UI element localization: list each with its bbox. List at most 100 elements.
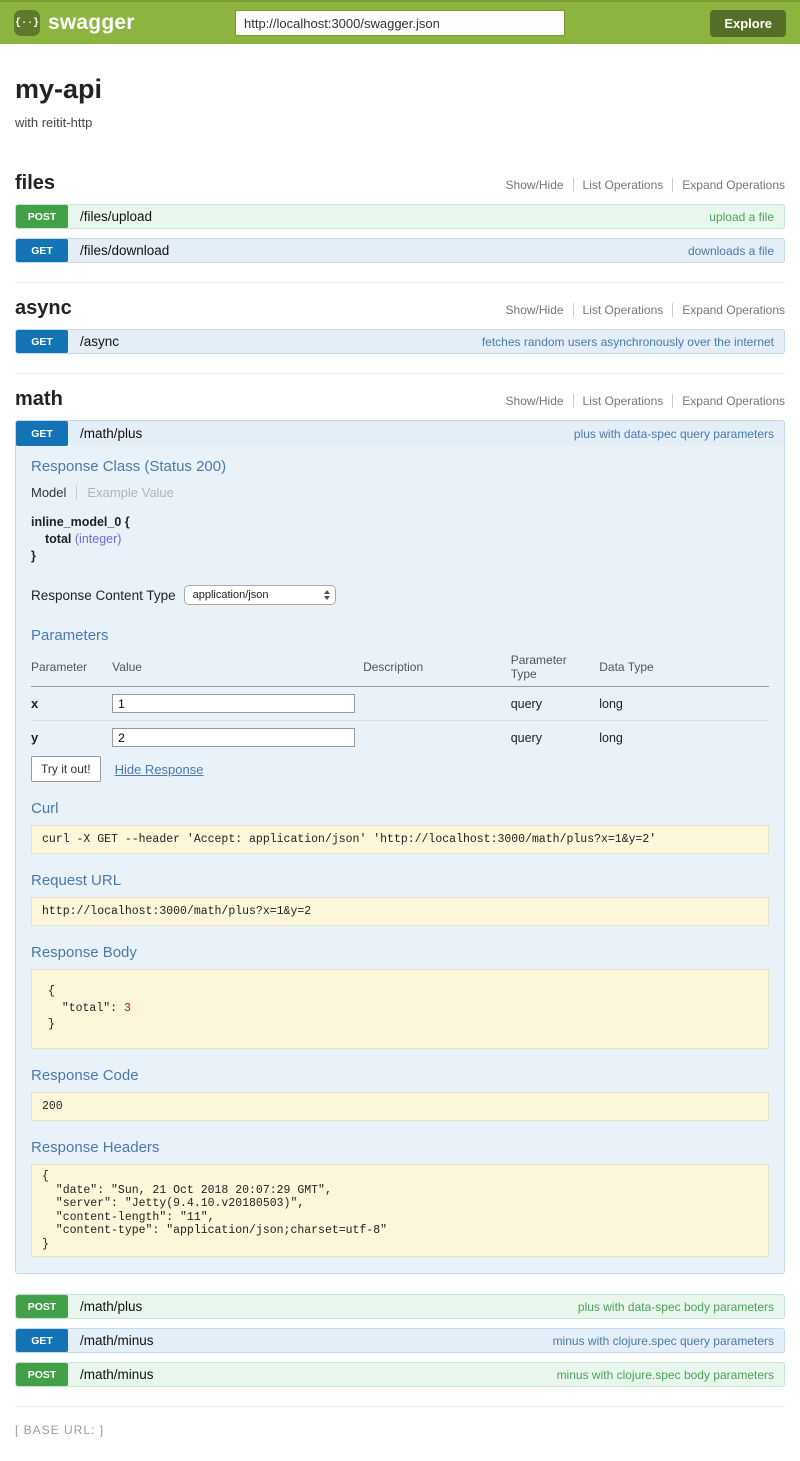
operation-row[interactable]: GET /math/plus plus with data-spec query… (16, 421, 784, 446)
curl-title: Curl (31, 800, 769, 817)
method-badge: GET (16, 1329, 68, 1352)
spec-url-input[interactable] (235, 10, 565, 36)
param-type: query (511, 687, 600, 721)
method-badge: GET (16, 239, 68, 262)
json-key: "total": (62, 1002, 117, 1015)
section-controls: Show/Hide List Operations Expand Operati… (497, 178, 785, 192)
param-description (363, 721, 511, 755)
tab-model[interactable]: Model (31, 485, 76, 500)
operation-summary-link[interactable]: downloads a file (678, 239, 784, 262)
operation-panel: Response Class (Status 200) Model Exampl… (16, 446, 784, 1273)
response-body-json: { "total": 3 } (31, 969, 769, 1049)
swagger-logo[interactable]: {··} swagger (14, 10, 135, 36)
method-badge: POST (16, 1363, 68, 1386)
request-url-value: http://localhost:3000/math/plus?x=1&y=2 (31, 897, 769, 926)
operation-summary-link[interactable]: plus with data-spec body parameters (568, 1295, 784, 1318)
parameter-row-x: x query long (31, 687, 769, 721)
param-data-type: long (599, 687, 769, 721)
response-body-title: Response Body (31, 944, 769, 961)
parameters-title: Parameters (31, 627, 769, 644)
operation-row[interactable]: POST /math/plus plus with data-spec body… (15, 1294, 785, 1319)
section-title-math[interactable]: math (15, 388, 63, 411)
param-name: y (31, 721, 112, 755)
model-tabs: Model Example Value (31, 485, 769, 500)
section-files: files Show/Hide List Operations Expand O… (15, 172, 785, 283)
param-data-type: long (599, 721, 769, 755)
model-prop-type: (integer) (75, 532, 122, 546)
section-title-async[interactable]: async (15, 297, 72, 320)
swagger-braces-icon: {··} (14, 10, 40, 36)
operation-summary-link[interactable]: fetches random users asynchronously over… (472, 330, 784, 353)
tab-example-value[interactable]: Example Value (76, 485, 173, 500)
section-async: async Show/Hide List Operations Expand O… (15, 297, 785, 374)
param-y-input[interactable] (112, 728, 355, 747)
column-header-value: Value (112, 648, 363, 687)
model-close: } (31, 548, 769, 565)
operation-row[interactable]: GET /math/minus minus with clojure.spec … (15, 1328, 785, 1353)
param-x-input[interactable] (112, 694, 355, 713)
list-operations-link[interactable]: List Operations (573, 394, 673, 408)
json-value: 3 (124, 1002, 131, 1015)
operation-path: /files/download (68, 239, 181, 262)
section-controls: Show/Hide List Operations Expand Operati… (497, 303, 785, 317)
show-hide-link[interactable]: Show/Hide (497, 303, 573, 317)
operation-row[interactable]: POST /math/minus minus with clojure.spec… (15, 1362, 785, 1387)
operation-path: /async (68, 330, 131, 353)
operation-path: /math/plus (68, 421, 154, 446)
operation-row[interactable]: GET /async fetches random users asynchro… (15, 329, 785, 354)
parameters-table: Parameter Value Description Parameter Ty… (31, 648, 769, 754)
api-title: my-api (15, 74, 785, 105)
param-type: query (511, 721, 600, 755)
parameter-row-y: y query long (31, 721, 769, 755)
operation-summary-link[interactable]: minus with clojure.spec query parameters (543, 1329, 784, 1352)
response-code-value: 200 (31, 1092, 769, 1121)
operation-path: /files/upload (68, 205, 164, 228)
section-title-files[interactable]: files (15, 172, 55, 195)
response-content-type-select[interactable]: application/json (184, 585, 336, 605)
operation-summary-link[interactable]: upload a file (699, 205, 784, 228)
operation-row[interactable]: GET /files/download downloads a file (15, 238, 785, 263)
hide-response-link[interactable]: Hide Response (115, 762, 204, 777)
column-header-data-type: Data Type (599, 648, 769, 687)
operation-row[interactable]: POST /files/upload upload a file (15, 204, 785, 229)
operation-path: /math/plus (68, 1295, 154, 1318)
method-badge: GET (16, 330, 68, 353)
selected-content-type: application/json (193, 589, 269, 601)
operation-expanded: GET /math/plus plus with data-spec query… (15, 420, 785, 1274)
method-badge: POST (16, 1295, 68, 1318)
section-controls: Show/Hide List Operations Expand Operati… (497, 394, 785, 408)
operation-summary-link[interactable]: plus with data-spec query parameters (564, 421, 784, 446)
expand-operations-link[interactable]: Expand Operations (672, 394, 785, 408)
model-signature: inline_model_0 { total (integer) } (31, 514, 769, 565)
base-url-footer: [ BASE URL: ] (15, 1423, 785, 1437)
model-prop-name: total (45, 532, 71, 546)
show-hide-link[interactable]: Show/Hide (497, 178, 573, 192)
select-stepper-icon (324, 590, 330, 600)
curl-command: curl -X GET --header 'Accept: applicatio… (31, 825, 769, 854)
response-headers-title: Response Headers (31, 1139, 769, 1156)
expand-operations-link[interactable]: Expand Operations (672, 303, 785, 317)
try-it-out-button[interactable]: Try it out! (31, 756, 101, 782)
response-content-type-label: Response Content Type (31, 588, 176, 603)
list-operations-link[interactable]: List Operations (573, 303, 673, 317)
operation-path: /math/minus (68, 1363, 166, 1386)
operation-summary-link[interactable]: minus with clojure.spec body parameters (547, 1363, 784, 1386)
explore-button[interactable]: Explore (710, 10, 786, 37)
column-header-parameter: Parameter (31, 648, 112, 687)
response-class-title: Response Class (Status 200) (31, 458, 769, 475)
show-hide-link[interactable]: Show/Hide (497, 394, 573, 408)
header-bar: {··} swagger Explore (0, 0, 800, 44)
column-header-parameter-type: Parameter Type (511, 648, 600, 687)
param-name: x (31, 687, 112, 721)
method-badge: POST (16, 205, 68, 228)
response-headers-json: { "date": "Sun, 21 Oct 2018 20:07:29 GMT… (31, 1164, 769, 1257)
brand-text: swagger (48, 11, 135, 35)
operation-path: /math/minus (68, 1329, 166, 1352)
expand-operations-link[interactable]: Expand Operations (672, 178, 785, 192)
section-math: math Show/Hide List Operations Expand Op… (15, 388, 785, 1407)
request-url-title: Request URL (31, 872, 769, 889)
api-description: with reitit-http (15, 115, 785, 130)
list-operations-link[interactable]: List Operations (573, 178, 673, 192)
column-header-description: Description (363, 648, 511, 687)
model-open: inline_model_0 { (31, 514, 769, 531)
